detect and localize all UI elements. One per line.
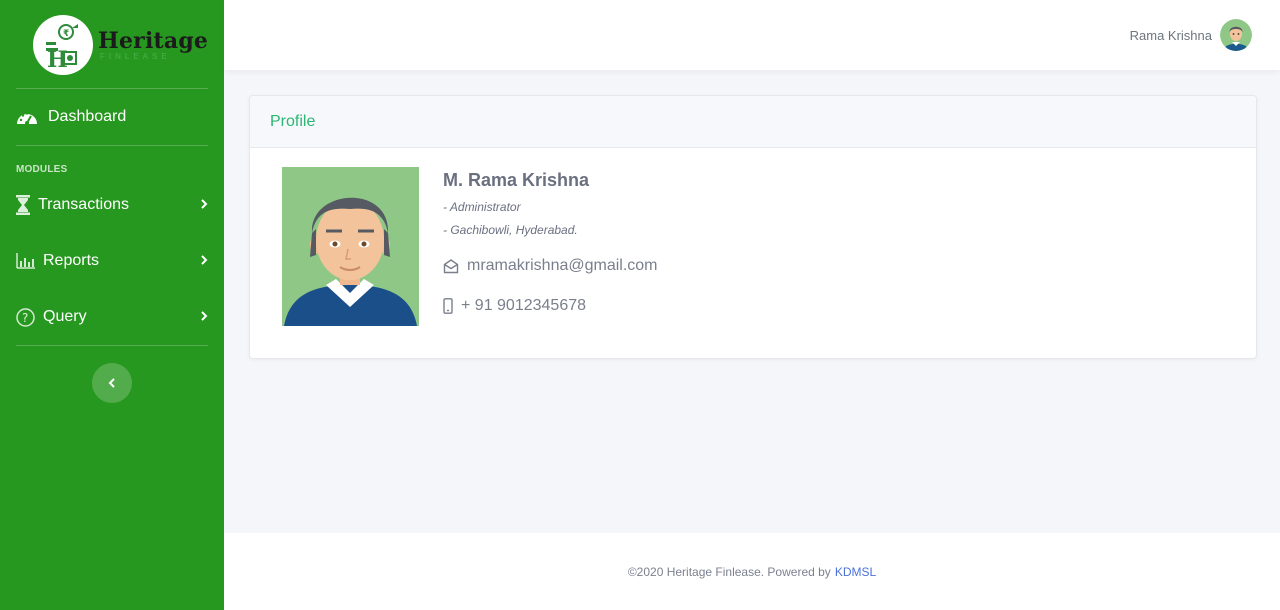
profile-card: Profile M. Rama Krishna - Administrator	[249, 95, 1257, 359]
chevron-left-icon	[108, 378, 115, 388]
chevron-right-icon	[200, 309, 208, 327]
sidebar-collapse-button[interactable]	[92, 363, 132, 403]
sidebar-divider	[16, 88, 208, 89]
bar-chart-icon	[16, 250, 35, 272]
sidebar-item-dashboard[interactable]: Dashboard	[16, 102, 208, 132]
profile-email-row: mramakrishna@gmail.com	[443, 257, 658, 275]
sidebar-divider	[16, 345, 208, 346]
profile-photo	[282, 167, 419, 326]
sidebar-item-label: Query	[43, 308, 87, 325]
modules-heading: MODULES	[16, 164, 68, 175]
sidebar-item-label: Reports	[43, 252, 100, 269]
svg-text:?: ?	[22, 311, 28, 325]
sidebar-item-label: Transactions	[38, 196, 129, 213]
sidebar-item-label: Dashboard	[48, 108, 127, 125]
footer: ©2020 Heritage Finlease. Powered by KDMS…	[224, 533, 1280, 610]
mobile-phone-icon	[443, 298, 453, 314]
card-title: Profile	[270, 112, 316, 130]
profile-phone: + 91 9012345678	[461, 297, 587, 314]
profile-card-header: Profile	[250, 96, 1256, 148]
user-name: Rama Krishna	[1129, 27, 1212, 43]
hourglass-icon	[16, 194, 30, 216]
chevron-right-icon	[200, 253, 208, 271]
envelope-open-icon	[443, 258, 459, 274]
profile-name: M. Rama Krishna	[443, 170, 590, 190]
sidebar: ₹ H Heritage FINLEASE Dashboard MODULES …	[0, 0, 224, 610]
avatar	[1220, 19, 1252, 51]
profile-phone-row: + 91 9012345678	[443, 297, 658, 315]
question-circle-icon: ?	[16, 306, 35, 328]
sidebar-item-query[interactable]: ? Query	[16, 302, 208, 332]
svg-text:₹: ₹	[63, 29, 69, 39]
profile-email[interactable]: mramakrishna@gmail.com	[467, 257, 658, 275]
user-menu[interactable]: Rama Krishna	[1130, 19, 1252, 51]
footer-copyright: ©2020 Heritage Finlease. Powered by	[627, 564, 831, 579]
speedometer-icon	[16, 106, 40, 128]
logo-emblem-icon: ₹ H	[33, 15, 93, 75]
brand-logo[interactable]: ₹ H Heritage FINLEASE	[33, 15, 208, 75]
profile-info: M. Rama Krishna - Administrator - Gachib…	[443, 170, 658, 315]
sidebar-item-transactions[interactable]: Transactions	[16, 190, 208, 220]
topbar: Rama Krishna	[224, 0, 1280, 70]
sidebar-item-reports[interactable]: Reports	[16, 246, 208, 276]
profile-location: - Gachibowli, Hyderabad.	[443, 223, 578, 237]
brand-name: Heritage	[98, 27, 209, 54]
profile-role: - Administrator	[443, 200, 521, 214]
footer-link-kdmsl[interactable]: KDMSL	[835, 565, 876, 579]
chevron-right-icon	[200, 197, 208, 215]
brand-subtitle: FINLEASE	[100, 51, 171, 61]
sidebar-divider	[16, 145, 208, 146]
